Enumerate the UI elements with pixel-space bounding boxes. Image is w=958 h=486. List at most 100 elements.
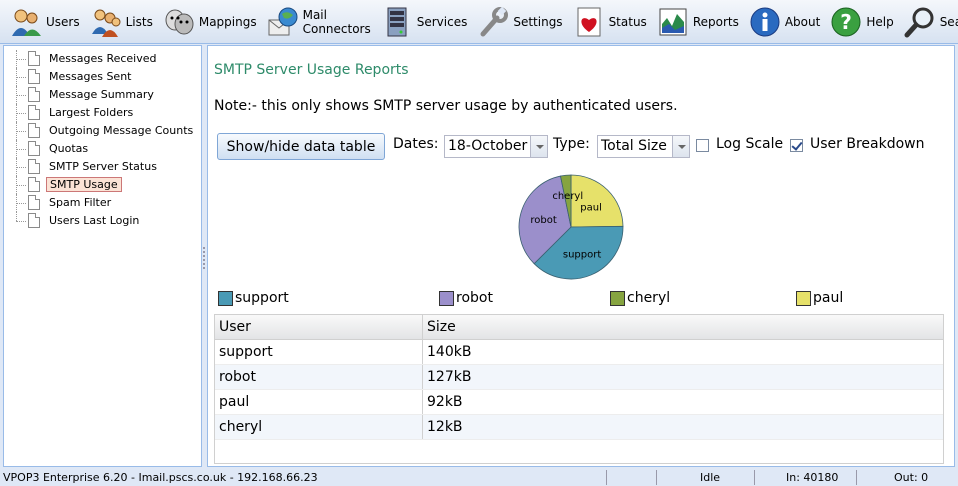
- legend-label: cheryl: [627, 290, 671, 306]
- legend-label: paul: [813, 290, 844, 306]
- mappings-icon: [163, 6, 195, 38]
- document-icon: [28, 87, 40, 102]
- status-state: Idle: [700, 471, 721, 484]
- cell-size: 12kB: [427, 419, 463, 435]
- search-icon: [904, 6, 936, 38]
- help-icon: ?: [830, 6, 862, 38]
- about-icon: [749, 6, 781, 38]
- table-row[interactable]: cheryl 12kB: [215, 415, 943, 440]
- dates-label: Dates:: [393, 136, 439, 152]
- document-icon: [28, 141, 40, 156]
- status-bar: VPOP3 Enterprise 6.20 - Imail.pscs.co.uk…: [0, 469, 958, 486]
- usage-pie-chart: paul support robot cheryl: [518, 174, 624, 280]
- type-value: Total Size: [601, 138, 667, 154]
- report-note: Note:- this only shows SMTP server usage…: [214, 98, 678, 114]
- table-row[interactable]: support 140kB: [215, 340, 943, 365]
- document-icon: [28, 105, 40, 120]
- legend-item-robot[interactable]: robot: [439, 290, 493, 306]
- table-row[interactable]: robot 127kB: [215, 365, 943, 390]
- table-row[interactable]: paul 92kB: [215, 390, 943, 415]
- help-label: Help: [866, 14, 894, 29]
- status-divider: [656, 470, 657, 485]
- chart-legend: support robot cheryl paul: [208, 290, 956, 310]
- pie-label-support: support: [563, 249, 601, 260]
- settings-button[interactable]: Settings: [473, 3, 568, 41]
- legend-item-support[interactable]: support: [218, 290, 289, 306]
- users-button[interactable]: Users: [6, 3, 86, 41]
- reports-icon: [657, 6, 689, 38]
- status-label: Status: [608, 14, 647, 29]
- pie-label-robot: robot: [530, 215, 556, 226]
- services-icon: [381, 6, 413, 38]
- help-button[interactable]: ? Help: [826, 3, 899, 41]
- usage-data-table: User Size support 140kB robot 127kB paul…: [214, 314, 944, 464]
- cell-size: 140kB: [427, 344, 472, 360]
- log-scale-label: Log Scale: [716, 136, 784, 152]
- document-icon: [28, 51, 40, 66]
- status-divider: [856, 470, 857, 485]
- legend-label: robot: [456, 290, 493, 306]
- lists-button[interactable]: Lists: [86, 3, 159, 41]
- user-breakdown-checkbox[interactable]: [790, 139, 803, 152]
- services-button[interactable]: Services: [377, 3, 474, 41]
- settings-icon: [477, 6, 509, 38]
- document-icon: [28, 177, 40, 192]
- users-label: Users: [46, 14, 80, 29]
- status-button[interactable]: Status: [569, 3, 653, 41]
- dates-select[interactable]: 18-October: [444, 135, 548, 158]
- status-server: VPOP3 Enterprise 6.20 - Imail.pscs.co.uk…: [3, 471, 318, 484]
- status-divider: [754, 470, 755, 485]
- legend-swatch: [218, 290, 233, 306]
- about-button[interactable]: About: [745, 3, 826, 41]
- cell-user: robot: [215, 365, 423, 389]
- column-header-size[interactable]: Size: [423, 315, 943, 339]
- pie-label-cheryl: cheryl: [552, 191, 583, 202]
- type-label: Type:: [553, 136, 590, 152]
- legend-swatch: [610, 290, 625, 306]
- settings-label: Settings: [513, 14, 563, 29]
- lists-label: Lists: [125, 14, 153, 29]
- search-button[interactable]: Search: [900, 3, 958, 41]
- report-panel: SMTP Server Usage Reports Note:- this on…: [207, 45, 955, 467]
- column-header-user[interactable]: User: [215, 315, 423, 339]
- chevron-down-icon[interactable]: [530, 136, 547, 157]
- status-out-count: Out: 0: [894, 471, 929, 484]
- reports-tree-panel: Messages Received Messages Sent Message …: [3, 45, 202, 467]
- document-icon: [28, 159, 40, 174]
- legend-item-cheryl[interactable]: cheryl: [610, 290, 670, 306]
- pie-label-paul: paul: [580, 203, 602, 214]
- document-icon: [28, 195, 40, 210]
- cell-size: 127kB: [427, 369, 472, 385]
- lists-icon: [90, 6, 122, 38]
- status-divider: [606, 470, 607, 485]
- document-icon: [28, 69, 40, 84]
- cell-user: paul: [215, 390, 423, 414]
- show-hide-data-table-button[interactable]: Show/hide data table: [217, 133, 385, 160]
- mail-connectors-button[interactable]: Mail Connectors: [263, 3, 377, 41]
- mappings-button[interactable]: Mappings: [159, 3, 263, 41]
- panel-splitter[interactable]: [202, 247, 206, 269]
- user-breakdown-label: User Breakdown: [810, 136, 925, 152]
- cell-size: 92kB: [427, 394, 463, 410]
- mail-connectors-icon: [267, 6, 299, 38]
- mappings-label: Mappings: [198, 14, 257, 29]
- about-label: About: [784, 14, 821, 29]
- legend-swatch: [796, 290, 811, 306]
- status-in-count: In: 40180: [786, 471, 839, 484]
- mail-connectors-label: Mail Connectors: [302, 7, 371, 36]
- cell-user: cheryl: [215, 415, 423, 439]
- legend-label: support: [235, 290, 289, 306]
- legend-swatch: [439, 290, 454, 306]
- type-select[interactable]: Total Size: [597, 135, 690, 158]
- legend-item-paul[interactable]: paul: [796, 290, 843, 306]
- chevron-down-icon[interactable]: [672, 136, 689, 157]
- document-icon: [28, 123, 40, 138]
- cell-user: support: [215, 340, 423, 364]
- table-header: User Size: [215, 315, 943, 340]
- toolbar: Users Lists Mappings Mail Connectors Ser…: [0, 0, 958, 44]
- reports-button[interactable]: Reports: [653, 3, 745, 41]
- dates-value: 18-October: [448, 138, 528, 154]
- log-scale-checkbox[interactable]: [696, 139, 709, 152]
- status-icon: [573, 6, 605, 38]
- reports-label: Reports: [692, 14, 739, 29]
